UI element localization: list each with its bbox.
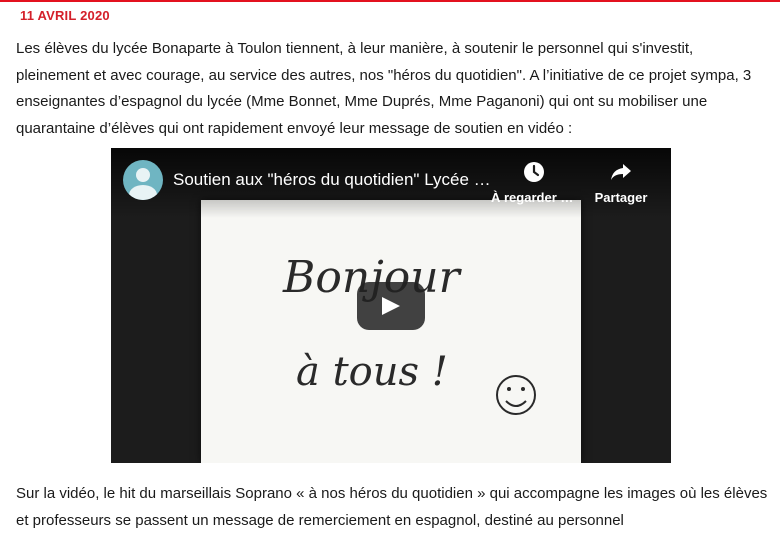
article-outro-paragraph: Sur la vidéo, le hit du marseillais Sopr… [16, 485, 768, 529]
thumbnail-handwriting: Bonjour à tous ! [282, 252, 536, 415]
clock-icon [524, 162, 544, 182]
article-date: 11 AVRIL 2020 [20, 8, 110, 23]
article-intro-paragraph: Les élèves du lycée Bonaparte à Toulon t… [16, 40, 752, 137]
top-border [0, 0, 780, 2]
video-title[interactable]: Soutien aux "héros du quotidien" Lycée B… [173, 170, 491, 190]
video-player[interactable]: Bonjour à tous ! Soutien aux "héros du q… [111, 148, 671, 463]
play-button[interactable] [357, 282, 425, 330]
share-icon [611, 164, 631, 180]
share-label: Partager [594, 190, 648, 205]
smiley-icon [496, 375, 536, 415]
avatar-icon[interactable] [123, 160, 163, 200]
watch-later-button[interactable]: À regarder plus tard [491, 160, 577, 205]
watch-later-label: À regarder plus tard [491, 190, 577, 205]
play-icon [382, 297, 400, 315]
thumbnail-text-line2: à tous ! [296, 349, 448, 395]
video-thumbnail: Bonjour à tous ! [201, 200, 581, 463]
share-button[interactable]: Partager [589, 160, 653, 205]
